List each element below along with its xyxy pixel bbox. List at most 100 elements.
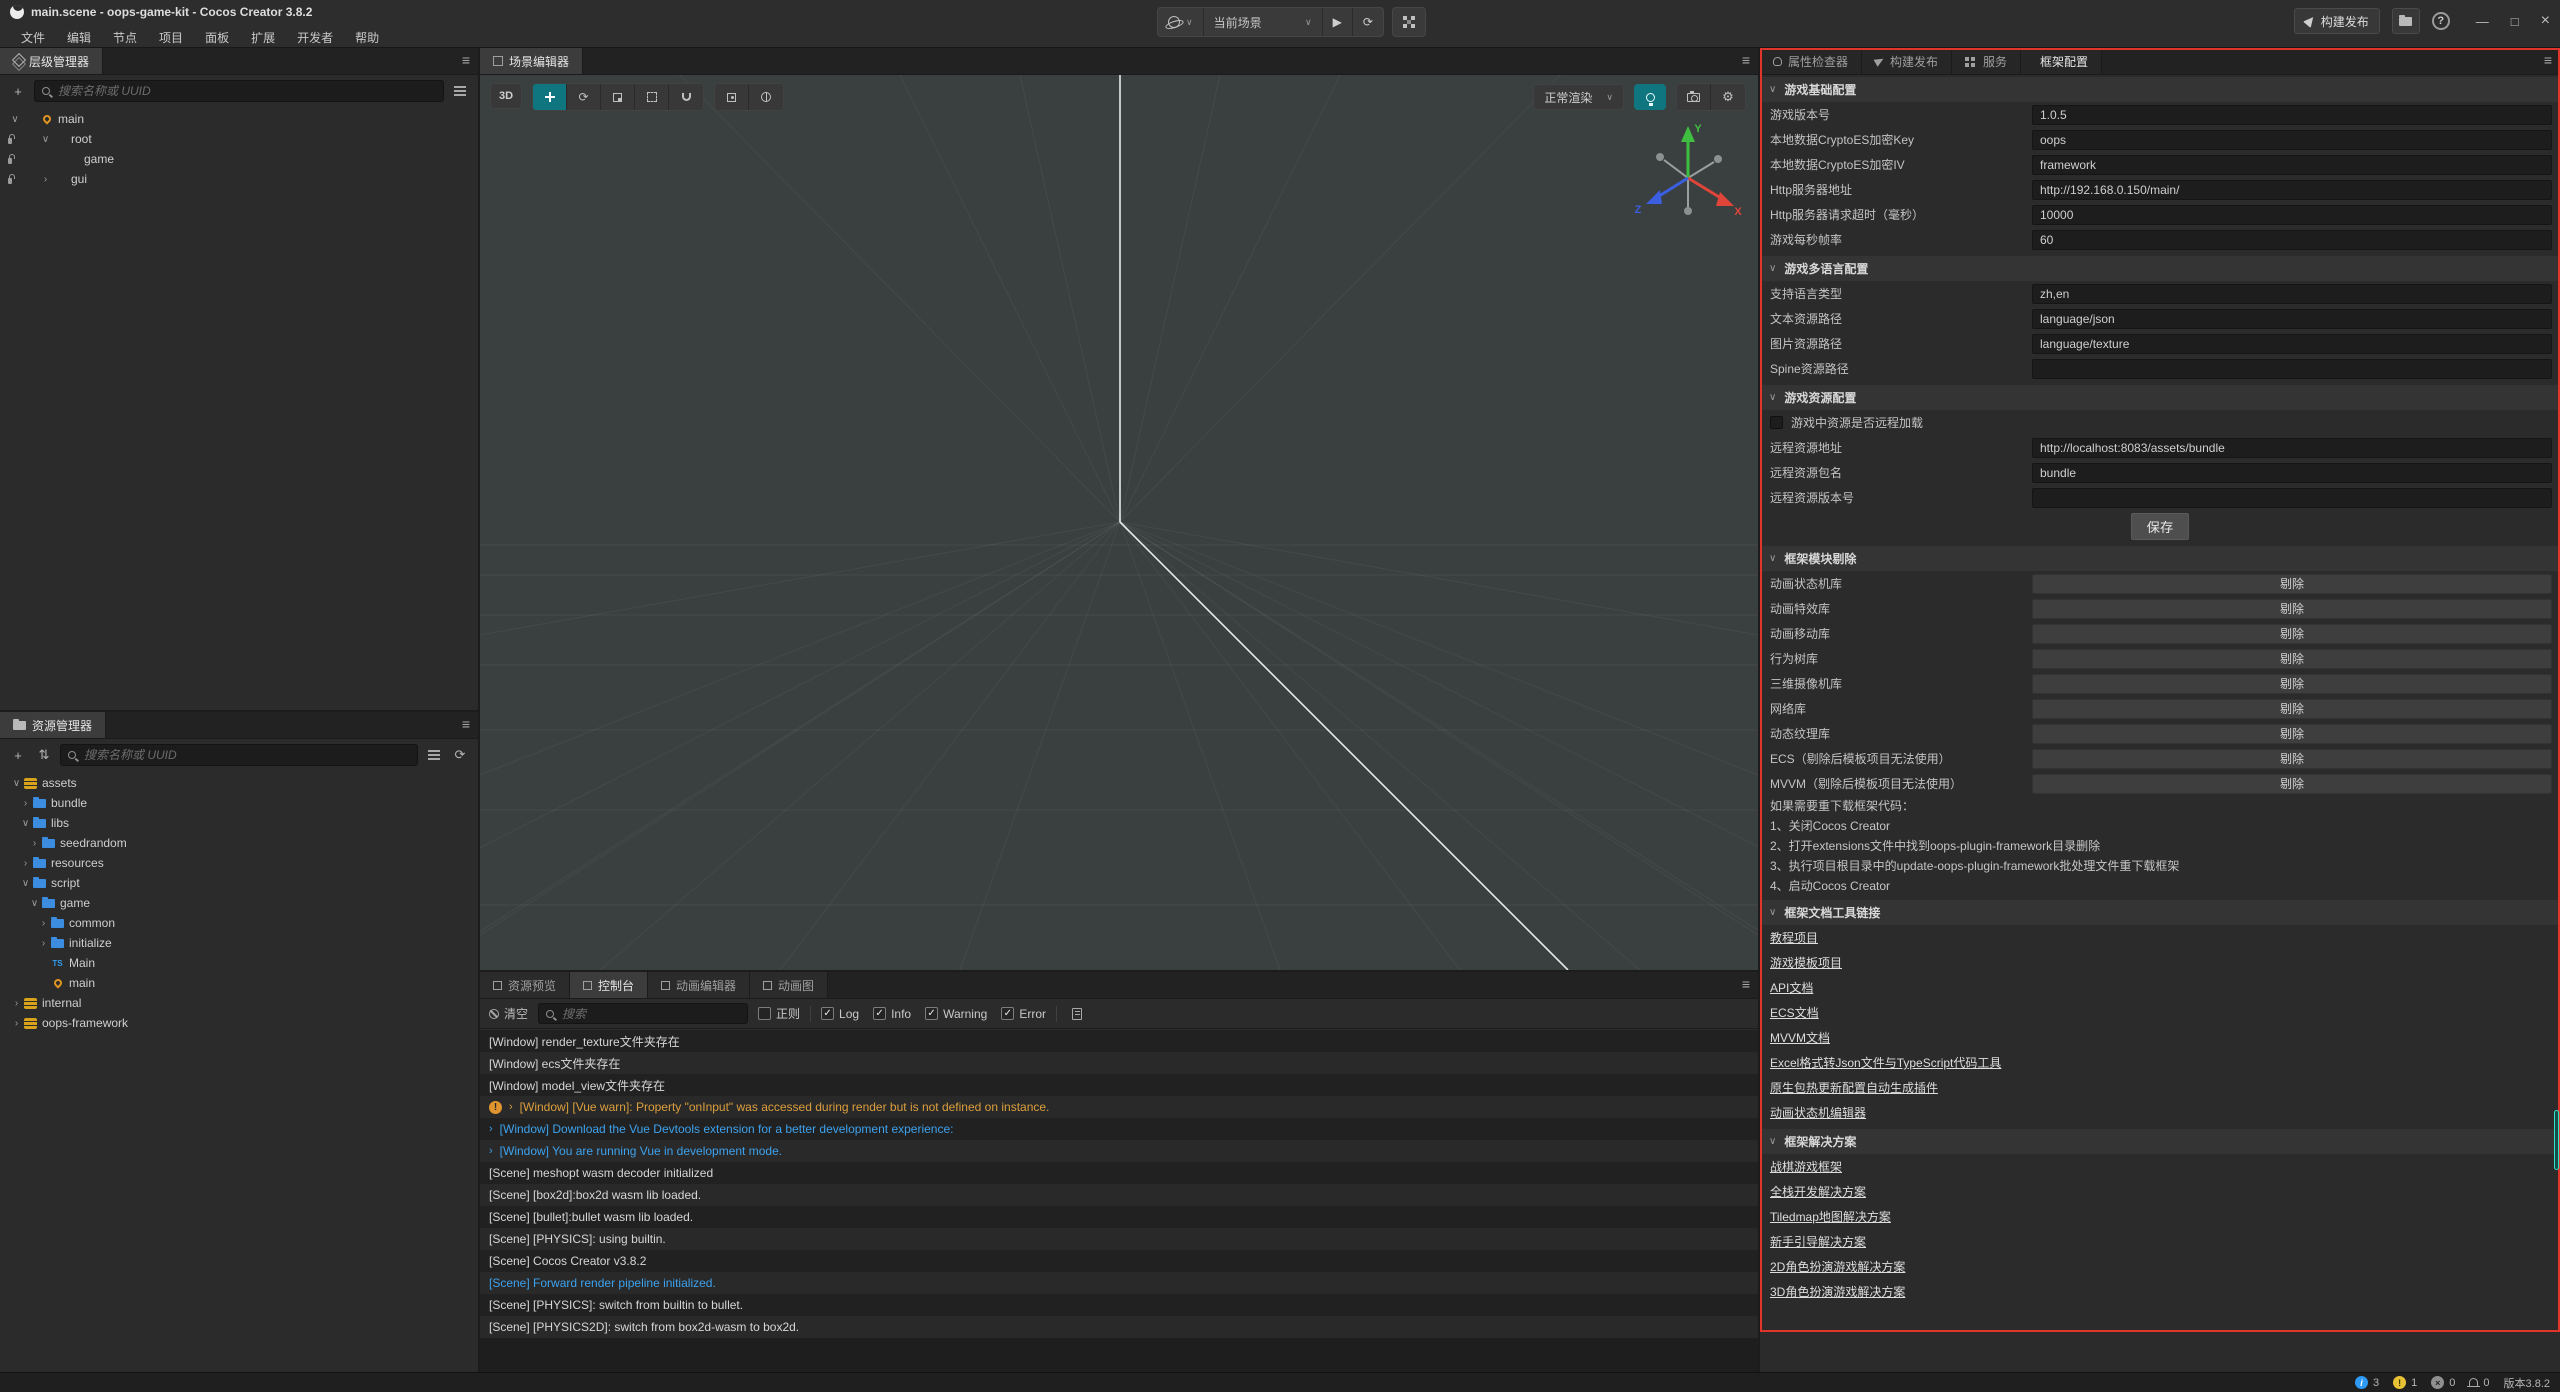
scene-camera-button[interactable] (1677, 84, 1711, 110)
expand-caret[interactable]: ∨ (28, 898, 41, 909)
open-project-folder-button[interactable] (2392, 8, 2420, 34)
expand-caret[interactable]: ∨ (39, 134, 52, 145)
asset-node[interactable]: › seedrandom (0, 833, 478, 853)
expand-caret[interactable]: › (489, 1145, 493, 1157)
doc-link[interactable]: API文档 (1770, 979, 1813, 996)
solution-link[interactable]: Tiledmap地图解决方案 (1770, 1208, 1891, 1225)
expand-caret[interactable]: › (10, 1018, 23, 1029)
reload-button[interactable]: ⟳ (1353, 8, 1383, 36)
console-log-row[interactable]: ! [Scene] meshopt wasm decoder initializ… (480, 1162, 1758, 1184)
asset-node[interactable]: main (0, 973, 478, 993)
info-count[interactable]: i 3 (2355, 1376, 2379, 1389)
save-button[interactable]: 保存 (2131, 513, 2190, 540)
doc-link[interactable]: 游戏模板项目 (1770, 954, 1842, 971)
doc-link[interactable]: 教程项目 (1770, 929, 1818, 946)
expand-caret[interactable]: ∨ (19, 878, 32, 889)
asset-node[interactable]: › bundle (0, 793, 478, 813)
panel-menu-icon[interactable]: ≡ (1742, 52, 1750, 68)
module-remove-button[interactable]: 剔除 (2032, 699, 2552, 719)
expand-caret[interactable]: › (28, 838, 41, 849)
scene-viewport[interactable]: X Y Z (480, 75, 1758, 970)
expand-caret[interactable]: › (19, 858, 32, 869)
console-log-row[interactable]: ! [Window] render_texture文件夹存在 (480, 1030, 1758, 1052)
console-log-row[interactable]: ! › [Window] [Vue warn]: Property "onInp… (480, 1096, 1758, 1118)
field-value-input[interactable] (2032, 359, 2552, 379)
play-button[interactable]: ▶ (1323, 8, 1352, 36)
expand-caret[interactable]: › (39, 174, 52, 185)
console-log-row[interactable]: ! › [Window] Download the Vue Devtools e… (480, 1118, 1758, 1140)
panel-menu-icon[interactable]: ≡ (2544, 52, 2552, 68)
expand-caret[interactable]: ∨ (19, 818, 32, 829)
panel-menu-icon[interactable]: ≡ (462, 716, 470, 732)
console-log-row[interactable]: ! [Scene] [PHYSICS]: using builtin. (480, 1228, 1758, 1250)
error-count[interactable]: × 0 (2431, 1376, 2455, 1389)
solution-link[interactable]: 3D角色扮演游戏解决方案 (1770, 1283, 1905, 1300)
clear-console-button[interactable]: 清空 (489, 1005, 528, 1022)
refresh-assets-button[interactable]: ⟳ (450, 745, 470, 765)
console-area-tab[interactable]: 动画编辑器 (648, 972, 750, 998)
menu-item[interactable]: 节点 (102, 27, 148, 48)
console-log-row[interactable]: ! [Scene] Forward render pipeline initia… (480, 1272, 1758, 1294)
field-value-input[interactable]: 1.0.5 (2032, 105, 2552, 125)
lighting-toggle-button[interactable] (1634, 84, 1666, 110)
console-area-tab[interactable]: 资源预览 (480, 972, 570, 998)
lock-icon[interactable] (8, 138, 12, 144)
render-mode-select[interactable]: 正常渲染 ∨ (1533, 84, 1624, 110)
scrollbar-thumb[interactable] (2554, 1110, 2559, 1170)
scene-select[interactable]: 当前场景 ∨ (1204, 8, 1322, 36)
hierarchy-filter-button[interactable] (450, 81, 470, 101)
close-button[interactable]: × (2541, 12, 2550, 30)
expand-caret[interactable]: › (10, 998, 23, 1009)
doc-link[interactable]: Excel格式转Json文件与TypeScript代码工具 (1770, 1054, 2001, 1071)
doc-link[interactable]: ECS文档 (1770, 1004, 1819, 1021)
add-node-button[interactable]: + (8, 81, 28, 101)
remote-load-checkbox[interactable] (1770, 416, 1783, 429)
sort-assets-button[interactable]: ⇅ (34, 745, 54, 765)
console-log-row[interactable]: ! [Window] ecs文件夹存在 (480, 1052, 1758, 1074)
asset-node[interactable]: › internal (0, 993, 478, 1013)
asset-node[interactable]: ∨ libs (0, 813, 478, 833)
hierarchy-node[interactable]: ∨ root (0, 129, 478, 149)
field-value-input[interactable]: zh,en (2032, 284, 2552, 304)
expand-caret[interactable]: ∨ (8, 114, 22, 125)
field-value-input[interactable]: language/json (2032, 309, 2552, 329)
notification-count[interactable]: 0 (2469, 1377, 2489, 1389)
menu-item[interactable]: 编辑 (56, 27, 102, 48)
rotate-tool-button[interactable]: ⟳ (567, 84, 601, 110)
solution-link[interactable]: 新手引导解决方案 (1770, 1233, 1866, 1250)
hierarchy-node[interactable]: ∨ main (0, 109, 478, 129)
section-header-solutions[interactable]: ∨ 框架解决方案 (1760, 1129, 2560, 1154)
console-log-row[interactable]: ! [Window] model_view文件夹存在 (480, 1074, 1758, 1096)
inspector-tab[interactable]: 框架配置 (2021, 48, 2102, 74)
hierarchy-search-input[interactable] (56, 83, 436, 99)
field-value-input[interactable]: 60 (2032, 230, 2552, 250)
hierarchy-node[interactable]: game (0, 149, 478, 169)
add-asset-button[interactable]: + (8, 745, 28, 765)
console-log-row[interactable]: ! [Scene] Cocos Creator v3.8.2 (480, 1250, 1758, 1272)
axis-gizmo[interactable]: X Y Z (1628, 120, 1748, 230)
field-value-input[interactable]: framework (2032, 155, 2552, 175)
log-filter-checkbox[interactable]: ✓ Info (873, 1007, 911, 1021)
assets-search-input[interactable] (82, 747, 410, 763)
section-header-language[interactable]: ∨ 游戏多语言配置 (1760, 256, 2560, 281)
doc-link[interactable]: 原生包热更新配置自动生成插件 (1770, 1079, 1938, 1096)
coordinate-mode-button[interactable] (749, 84, 783, 110)
menu-item[interactable]: 开发者 (286, 27, 344, 48)
asset-node[interactable]: TS Main (0, 953, 478, 973)
regex-checkbox[interactable]: 正则 (758, 1005, 800, 1022)
module-remove-button[interactable]: 剔除 (2032, 749, 2552, 769)
inspector-tab[interactable]: 服务 (1952, 48, 2021, 74)
ui-tool-button[interactable] (669, 84, 703, 110)
expand-caret[interactable]: › (489, 1123, 493, 1135)
log-filter-checkbox[interactable]: ✓ Warning (925, 1007, 987, 1021)
panel-menu-icon[interactable]: ≡ (1742, 976, 1750, 992)
expand-caret[interactable]: ∨ (10, 778, 23, 789)
asset-node[interactable]: ∨ assets (0, 773, 478, 793)
menu-item[interactable]: 文件 (10, 27, 56, 48)
maximize-button[interactable]: □ (2511, 14, 2519, 29)
console-log-row[interactable]: ! [Scene] [bullet]:bullet wasm lib loade… (480, 1206, 1758, 1228)
menu-item[interactable]: 帮助 (344, 27, 390, 48)
module-remove-button[interactable]: 剔除 (2032, 599, 2552, 619)
field-value-input[interactable]: 10000 (2032, 205, 2552, 225)
tab-assets[interactable]: 资源管理器 (0, 712, 106, 738)
